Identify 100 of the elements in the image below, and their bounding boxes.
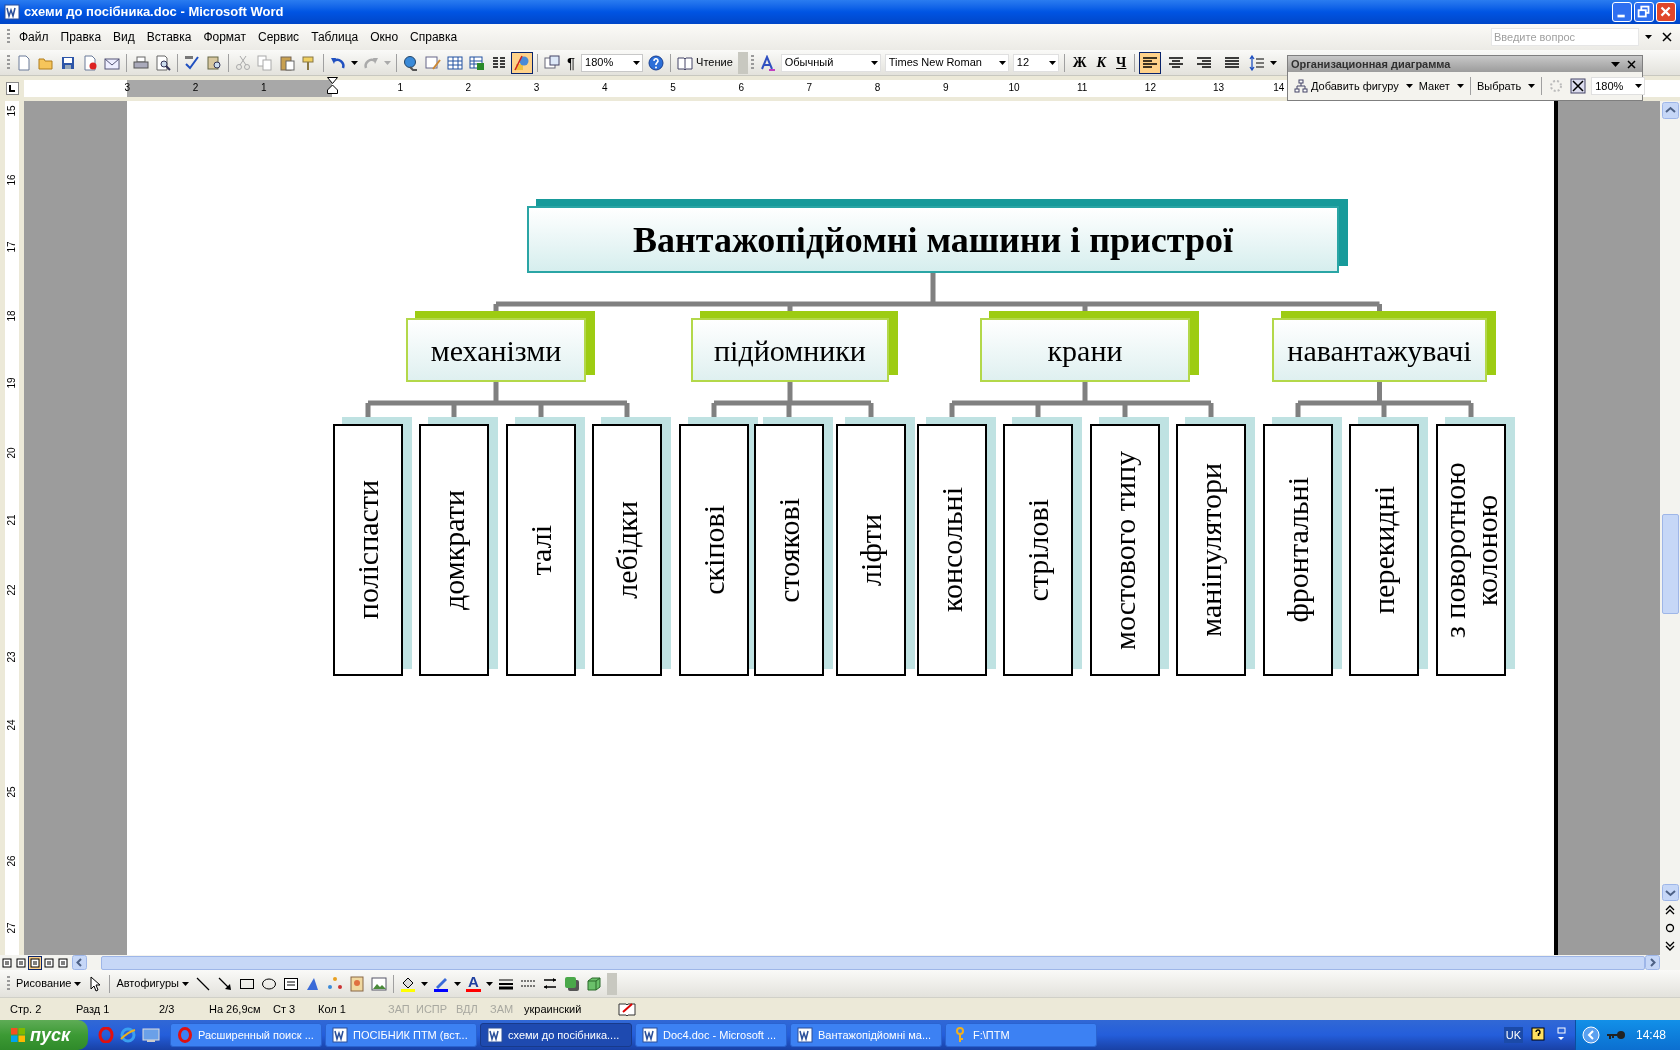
taskbar-button[interactable]: ПОСІБНИК ПТМ (вст... <box>325 1023 477 1047</box>
indent-marker-icon[interactable] <box>327 77 338 94</box>
research-icon[interactable] <box>206 54 222 71</box>
reading-button[interactable]: Чтение <box>674 54 736 71</box>
caret-icon[interactable] <box>1270 60 1278 65</box>
clip-art-icon[interactable] <box>349 975 365 992</box>
browser-icon[interactable] <box>120 1027 136 1043</box>
zoom-combo[interactable]: 180% <box>1591 77 1646 95</box>
3d-style-icon[interactable] <box>585 975 602 992</box>
restore-button[interactable] <box>1634 2 1654 22</box>
help-tray-icon[interactable] <box>1530 1027 1545 1043</box>
restore-tray-icon[interactable] <box>1554 1027 1567 1043</box>
text-box-icon[interactable] <box>283 975 299 992</box>
fill-color-icon[interactable] <box>400 975 416 992</box>
draw-menu-button[interactable]: Рисование <box>13 975 85 992</box>
menu-item[interactable]: Справка <box>404 26 464 48</box>
style-combo[interactable]: Обычный <box>780 53 881 72</box>
normal-view-icon[interactable] <box>1 956 13 969</box>
spelling-icon[interactable] <box>184 54 200 71</box>
show-marks-button[interactable]: ¶ <box>563 55 580 70</box>
menu-item[interactable]: Сервис <box>252 26 306 48</box>
language-indicator[interactable]: UK <box>1503 1026 1523 1044</box>
caret-icon[interactable] <box>454 981 461 986</box>
close-button[interactable] <box>1656 2 1676 22</box>
caret-icon[interactable] <box>485 981 493 986</box>
tab-stop-icon[interactable] <box>5 82 19 95</box>
taskbar-button[interactable]: F:\ПТМ <box>945 1023 1097 1047</box>
arrow-icon[interactable] <box>217 975 233 992</box>
font-color-button[interactable]: A <box>466 975 481 992</box>
caret-icon[interactable] <box>351 60 358 65</box>
document-map-icon[interactable] <box>544 54 560 71</box>
insert-spreadsheet-icon[interactable] <box>469 54 485 71</box>
minimize-button[interactable] <box>1612 2 1632 22</box>
picture-icon[interactable] <box>371 975 387 992</box>
drawing-icon[interactable] <box>511 51 533 74</box>
next-page-icon[interactable] <box>1664 940 1676 952</box>
line-spacing-icon[interactable] <box>1249 54 1266 71</box>
paste-icon[interactable] <box>279 54 295 71</box>
reading-view-icon[interactable] <box>57 956 69 969</box>
print-icon[interactable] <box>133 54 149 71</box>
taskbar-button[interactable]: Doc4.doc - Microsoft ... <box>635 1023 787 1047</box>
web-view-icon[interactable] <box>15 956 27 969</box>
desktop-icon[interactable] <box>142 1027 160 1043</box>
format-painter-icon[interactable] <box>301 54 317 71</box>
scroll-right-button[interactable] <box>1645 955 1660 970</box>
caret-icon[interactable] <box>1611 61 1620 67</box>
tables-borders-icon[interactable] <box>425 54 441 71</box>
browse-object-icon[interactable] <box>1664 922 1676 934</box>
permission-icon[interactable] <box>82 54 98 71</box>
menu-item[interactable]: Окно <box>364 26 405 48</box>
caret-icon[interactable] <box>998 60 1006 65</box>
close-icon[interactable] <box>1662 32 1672 42</box>
menu-item[interactable]: Вид <box>107 26 141 48</box>
taskbar-button[interactable]: схеми до посібника.... <box>480 1023 632 1047</box>
shadow-icon[interactable] <box>563 975 580 992</box>
italic-button[interactable]: К <box>1091 52 1112 73</box>
caret-icon[interactable] <box>1048 60 1056 65</box>
toolbar-button[interactable]: Макет <box>1415 77 1467 95</box>
help-icon[interactable] <box>648 54 665 71</box>
font-combo[interactable]: Times New Roman <box>884 53 1009 72</box>
start-button[interactable]: пуск <box>0 1020 88 1050</box>
styles-icon[interactable] <box>759 54 776 71</box>
print-preview-icon[interactable] <box>155 54 171 71</box>
menu-item[interactable]: Правка <box>54 26 108 48</box>
print-layout-icon[interactable] <box>29 956 41 969</box>
caret-icon[interactable] <box>1645 35 1652 39</box>
underline-button[interactable]: Ч <box>1111 52 1132 73</box>
insert-table-icon[interactable] <box>447 54 463 71</box>
toolbar-button[interactable]: Выбрать <box>1473 77 1539 95</box>
caret-icon[interactable] <box>633 60 641 65</box>
line-icon[interactable] <box>195 975 211 992</box>
arrow-style-icon[interactable] <box>541 975 558 992</box>
taskbar-button[interactable]: Расширенный поиск ... <box>170 1023 322 1047</box>
oval-icon[interactable] <box>261 975 277 992</box>
scroll-left-button[interactable] <box>72 955 87 970</box>
zoom-combo[interactable]: 180% <box>581 53 644 72</box>
caret-icon[interactable] <box>870 60 878 65</box>
previous-page-icon[interactable] <box>1664 904 1676 916</box>
autoshapes-button[interactable]: Автофигуры <box>113 975 192 992</box>
key-icon[interactable] <box>1605 1029 1626 1041</box>
scroll-thumb[interactable] <box>1661 514 1679 614</box>
scroll-up-button[interactable] <box>1661 102 1679 119</box>
columns-icon[interactable] <box>491 54 507 71</box>
align-left-icon[interactable] <box>1139 51 1162 74</box>
spelling-status-icon[interactable] <box>618 1002 636 1016</box>
menu-item[interactable]: Вставка <box>140 26 198 48</box>
outline-view-icon[interactable] <box>43 956 55 969</box>
caret-icon[interactable] <box>1635 84 1643 88</box>
scroll-thumb[interactable] <box>101 955 1645 970</box>
question-field[interactable]: Введите вопрос <box>1491 28 1639 46</box>
menu-item[interactable]: Таблица <box>305 26 365 48</box>
menu-item[interactable]: Формат <box>197 26 253 48</box>
close-icon[interactable] <box>1627 59 1636 69</box>
toolbar-button[interactable]: Добавить фигуру <box>1291 77 1416 95</box>
line-color-icon[interactable] <box>433 975 449 992</box>
fit-text-icon[interactable] <box>1570 78 1587 94</box>
scroll-down-button[interactable] <box>1661 884 1679 901</box>
save-icon[interactable] <box>60 54 76 71</box>
hyperlink-icon[interactable] <box>403 54 419 71</box>
diagram-icon[interactable] <box>327 975 343 992</box>
